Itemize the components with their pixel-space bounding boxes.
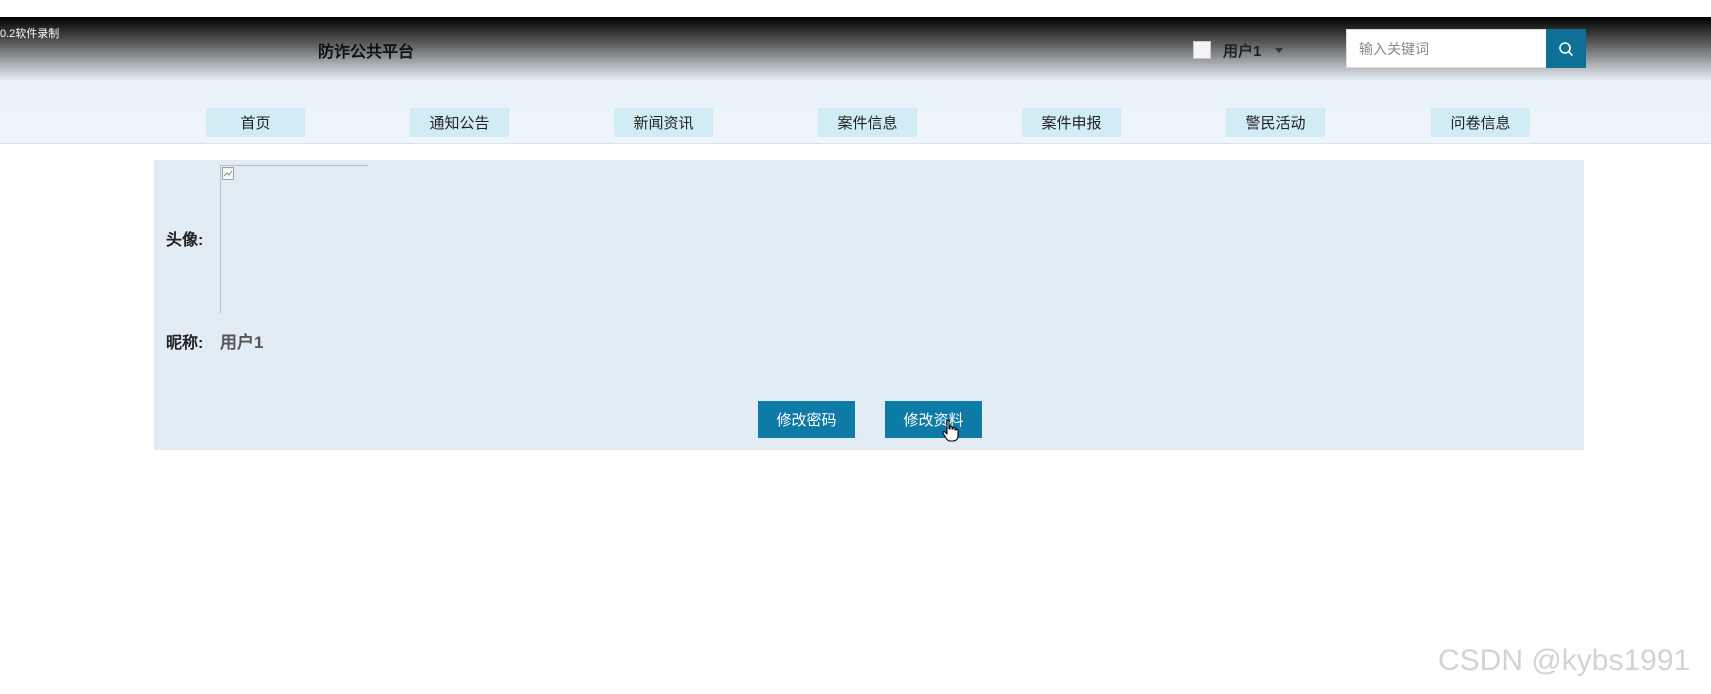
edit-profile-button[interactable]: 修改资料 bbox=[885, 401, 982, 438]
search-button[interactable] bbox=[1546, 29, 1586, 68]
nav-item-notices[interactable]: 通知公告 bbox=[410, 108, 509, 137]
broken-image-icon bbox=[222, 167, 234, 180]
caret-down-icon bbox=[1275, 47, 1284, 53]
site-title: 防诈公共平台 bbox=[318, 44, 415, 61]
nickname-value: 用户1 bbox=[220, 333, 264, 352]
nav-item-police-activities[interactable]: 警民活动 bbox=[1226, 108, 1325, 137]
top-strip bbox=[0, 0, 1711, 17]
search-icon bbox=[1559, 41, 1574, 56]
user-menu[interactable]: 用户1 bbox=[1193, 36, 1284, 64]
change-password-button[interactable]: 修改密码 bbox=[758, 401, 855, 438]
avatar-label: 头像: bbox=[166, 232, 204, 249]
nav-item-news[interactable]: 新闻资讯 bbox=[614, 108, 713, 137]
nav-item-cases[interactable]: 案件信息 bbox=[818, 108, 917, 137]
nav-item-case-report[interactable]: 案件申报 bbox=[1022, 108, 1121, 137]
nickname-label: 昵称: bbox=[166, 335, 204, 352]
main-nav: 首页 通知公告 新闻资讯 案件信息 案件申报 警民活动 问卷信息 bbox=[0, 108, 1711, 138]
user-name: 用户1 bbox=[1223, 42, 1262, 60]
nav-item-surveys[interactable]: 问卷信息 bbox=[1431, 108, 1530, 137]
search-box bbox=[1346, 29, 1586, 68]
search-input[interactable] bbox=[1346, 29, 1546, 68]
user-avatar bbox=[1193, 41, 1211, 59]
profile-panel: 头像: 昵称: 用户1 修改密码 修改资料 bbox=[154, 160, 1584, 450]
watermark: CSDN @kybs1991 bbox=[1438, 644, 1691, 677]
hand-pointer-icon bbox=[942, 419, 959, 442]
site-header: 防诈公共平台 用户1 首页 通知公告 新闻资讯 案件信息 案件申报 警民活动 问… bbox=[0, 17, 1711, 144]
recorder-tag: 0.2软件录制 bbox=[0, 28, 60, 40]
nav-item-home[interactable]: 首页 bbox=[206, 108, 305, 137]
profile-avatar bbox=[220, 165, 369, 314]
